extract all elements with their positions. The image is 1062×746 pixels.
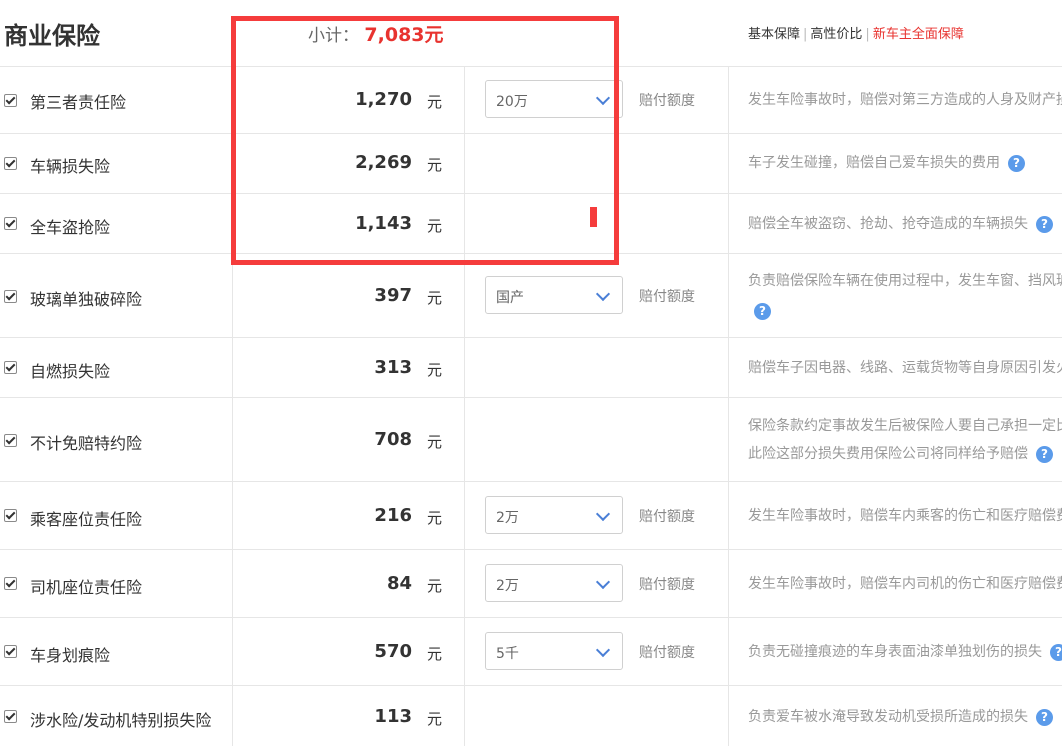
insurance-name: 车身划痕险 xyxy=(30,646,111,665)
insurance-name: 第三者责任险 xyxy=(30,93,127,112)
chevron-down-icon xyxy=(595,506,611,522)
currency-unit: 元 xyxy=(427,645,443,663)
chevron-down-icon xyxy=(595,286,611,302)
help-icon[interactable]: ? xyxy=(1008,154,1025,172)
insurance-name: 不计免赔特约险 xyxy=(30,434,143,453)
insurance-price: 84 xyxy=(386,573,412,594)
tab-new-owner[interactable]: 新车主全面保障 xyxy=(873,27,964,42)
currency-unit: 元 xyxy=(427,289,443,307)
insurance-price: 216 xyxy=(374,505,412,526)
row-checkbox[interactable] xyxy=(4,710,17,723)
coverage-select-value: 2万 xyxy=(496,578,519,594)
tab-basic[interactable]: 基本保障 xyxy=(748,27,800,42)
tab-value[interactable]: 高性价比 xyxy=(810,27,862,42)
chevron-down-icon xyxy=(595,642,611,658)
help-icon[interactable]: ? xyxy=(754,302,771,320)
description-text: 赔偿全车被盗窃、抢劫、抢夺造成的车辆损失 xyxy=(748,216,1028,232)
insurance-price: 397 xyxy=(374,285,412,306)
help-icon[interactable]: ? xyxy=(1036,215,1053,233)
insurance-name: 司机座位责任险 xyxy=(30,578,143,597)
annotation-mark xyxy=(590,207,597,227)
row-checkbox[interactable] xyxy=(4,157,17,170)
currency-unit: 元 xyxy=(427,433,443,451)
row-checkbox[interactable] xyxy=(4,217,17,230)
description-text: 发生车险事故时，赔偿对第三方造成的人身及财产损 xyxy=(748,92,1062,108)
insurance-row-deductible-waiver: 不计免赔特约险 708 元 保险条款约定事故发生后被保险人要自己承担一定比 此险… xyxy=(0,398,1062,482)
coverage-label: 赔付额度 xyxy=(639,93,695,109)
insurance-description: 保险条款约定事故发生后被保险人要自己承担一定比 此险这部分损失费用保险公司将同样… xyxy=(748,412,1062,468)
insurance-description: 负责赔偿保险车辆在使用过程中，发生车窗、挡风玻 ? xyxy=(748,267,1062,323)
row-checkbox[interactable] xyxy=(4,509,17,522)
description-text-line2: 此险这部分损失费用保险公司将同样给予赔偿 xyxy=(748,446,1028,462)
row-checkbox[interactable] xyxy=(4,94,17,107)
insurance-description: 发生车险事故时，赔偿车内乘客的伤亡和医疗赔偿费 xyxy=(748,502,1062,530)
plan-tabs: 基本保障 | 高性价比 | 新车主全面保障 xyxy=(748,27,964,42)
insurance-name: 玻璃单独破碎险 xyxy=(30,290,143,309)
insurance-name: 全车盗抢险 xyxy=(30,218,111,237)
row-checkbox[interactable] xyxy=(4,361,17,374)
help-icon[interactable]: ? xyxy=(1036,445,1053,463)
currency-unit: 元 xyxy=(427,577,443,595)
coverage-select[interactable]: 2万 xyxy=(485,564,623,602)
coverage-select-value: 国产 xyxy=(496,290,524,306)
description-text: 负责爱车被水淹导致发动机受损所造成的损失 xyxy=(748,709,1028,725)
insurance-description: 发生车险事故时，赔偿车内司机的伤亡和医疗赔偿费 xyxy=(748,570,1062,598)
coverage-select[interactable]: 5千 xyxy=(485,632,623,670)
row-checkbox[interactable] xyxy=(4,434,17,447)
coverage-label: 赔付额度 xyxy=(639,509,695,525)
currency-unit: 元 xyxy=(427,361,443,379)
coverage-select[interactable]: 国产 xyxy=(485,276,623,314)
description-text: 车子发生碰撞，赔偿自己爱车损失的费用 xyxy=(748,155,1000,171)
row-checkbox[interactable] xyxy=(4,290,17,303)
insurance-price: 570 xyxy=(374,641,412,662)
coverage-label: 赔付额度 xyxy=(639,645,695,661)
insurance-description: 发生车险事故时，赔偿对第三方造成的人身及财产损 xyxy=(748,86,1062,114)
insurance-name: 车辆损失险 xyxy=(30,157,111,176)
coverage-select-value: 2万 xyxy=(496,510,519,526)
chevron-down-icon xyxy=(595,574,611,590)
row-checkbox[interactable] xyxy=(4,577,17,590)
coverage-select-value: 5千 xyxy=(496,646,519,662)
insurance-price: 708 xyxy=(374,429,412,450)
insurance-row-self-ignition: 自燃损失险 313 元 赔偿车子因电器、线路、运载货物等自身原因引发火 xyxy=(0,338,1062,398)
page-title: 商业保险 xyxy=(4,22,100,50)
coverage-label: 赔付额度 xyxy=(639,577,695,593)
insurance-row-passenger-seat: 乘客座位责任险 216 元 2万 赔付额度 发生车险事故时，赔偿车内乘客的伤亡和… xyxy=(0,482,1062,550)
description-text: 负责赔偿保险车辆在使用过程中，发生车窗、挡风玻 xyxy=(748,273,1062,289)
insurance-name: 自燃损失险 xyxy=(30,362,111,381)
description-text: 发生车险事故时，赔偿车内司机的伤亡和医疗赔偿费 xyxy=(748,576,1062,592)
insurance-name: 乘客座位责任险 xyxy=(30,510,143,529)
highlight-box xyxy=(231,16,619,265)
currency-unit: 元 xyxy=(427,509,443,527)
coverage-label: 赔付额度 xyxy=(639,289,695,305)
description-text: 负责无碰撞痕迹的车身表面油漆单独划伤的损失 xyxy=(748,644,1042,660)
insurance-row-driver-seat: 司机座位责任险 84 元 2万 赔付额度 发生车险事故时，赔偿车内司机的伤亡和医… xyxy=(0,550,1062,618)
row-checkbox[interactable] xyxy=(4,645,17,658)
insurance-name: 涉水险/发动机特别损失险 xyxy=(30,711,212,730)
insurance-row-scratch: 车身划痕险 570 元 5千 赔付额度 负责无碰撞痕迹的车身表面油漆单独划伤的损… xyxy=(0,618,1062,686)
insurance-row-glass: 玻璃单独破碎险 397 元 国产 赔付额度 负责赔偿保险车辆在使用过程中，发生车… xyxy=(0,254,1062,338)
help-icon[interactable]: ? xyxy=(1050,643,1062,661)
insurance-description: 赔偿车子因电器、线路、运载货物等自身原因引发火 xyxy=(748,354,1062,382)
description-text: 赔偿车子因电器、线路、运载货物等自身原因引发火 xyxy=(748,360,1062,376)
insurance-price: 113 xyxy=(374,706,412,727)
insurance-description: 负责无碰撞痕迹的车身表面油漆单独划伤的损失? xyxy=(748,638,1062,666)
insurance-row-water-engine: 涉水险/发动机特别损失险 113 元 负责爱车被水淹导致发动机受损所造成的损失? xyxy=(0,686,1062,746)
insurance-description: 车子发生碰撞，赔偿自己爱车损失的费用? xyxy=(748,149,1062,177)
insurance-description: 赔偿全车被盗窃、抢劫、抢夺造成的车辆损失? xyxy=(748,210,1062,238)
help-icon[interactable]: ? xyxy=(1036,708,1053,726)
insurance-price: 313 xyxy=(374,357,412,378)
description-text: 保险条款约定事故发生后被保险人要自己承担一定比 xyxy=(748,418,1062,434)
insurance-description: 负责爱车被水淹导致发动机受损所造成的损失? xyxy=(748,703,1062,731)
description-text: 发生车险事故时，赔偿车内乘客的伤亡和医疗赔偿费 xyxy=(748,508,1062,524)
coverage-select[interactable]: 2万 xyxy=(485,496,623,534)
currency-unit: 元 xyxy=(427,710,443,728)
